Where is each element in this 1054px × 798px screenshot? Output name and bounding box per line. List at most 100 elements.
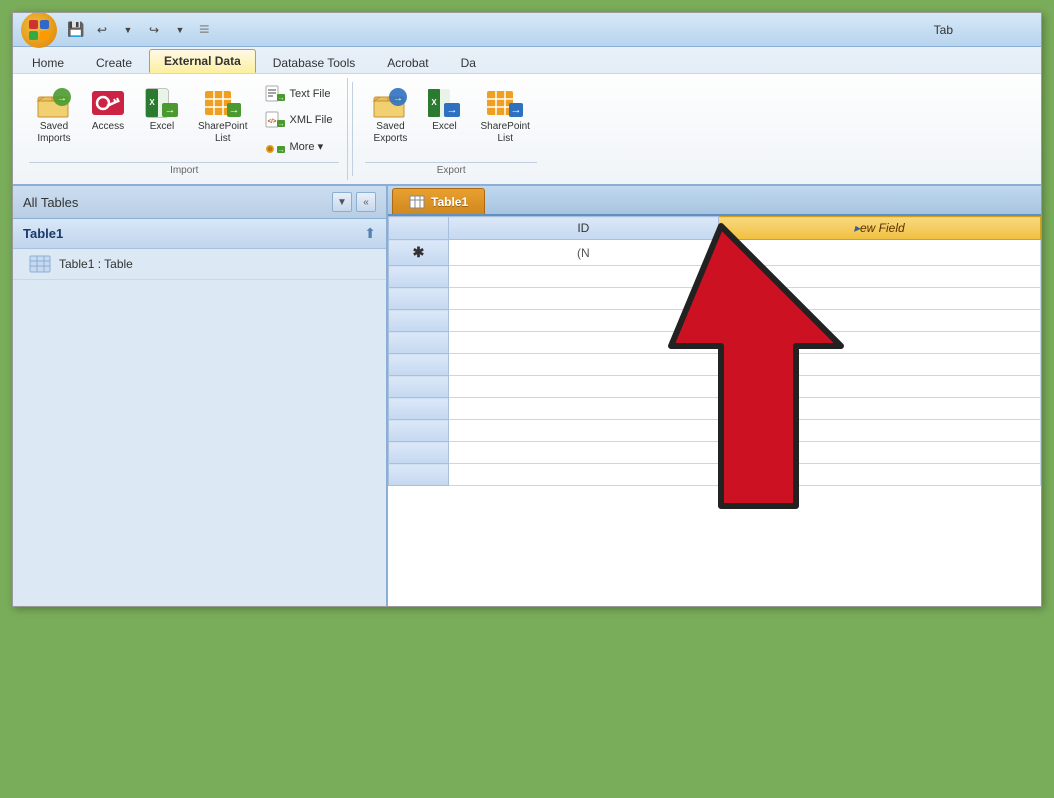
empty-cell-8a[interactable] <box>449 420 719 442</box>
svg-text:→: → <box>165 104 176 116</box>
nav-header: All Tables ▼ « <box>13 186 386 219</box>
table-area[interactable]: ID ▸ew Field ✱ (N <box>388 216 1041 606</box>
empty-cell-8b[interactable] <box>718 420 1040 442</box>
access-icon <box>90 87 126 119</box>
svg-text:X: X <box>149 98 155 107</box>
excel-export-icon: X → <box>426 87 462 119</box>
table1-nav-item[interactable]: Table1 : Table <box>13 249 386 280</box>
main-area: All Tables ▼ « Table1 ⬆ <box>13 186 1041 606</box>
saved-exports-button[interactable]: → SavedExports <box>365 82 415 150</box>
tab-da[interactable]: Da <box>446 51 491 73</box>
empty-row-3 <box>389 310 1041 332</box>
empty-cell-3b[interactable] <box>718 310 1040 332</box>
col-header-empty <box>389 217 449 240</box>
svg-text:→: → <box>511 104 522 116</box>
office-logo[interactable] <box>21 12 57 48</box>
import-group: → SavedImports <box>21 78 348 180</box>
xml-file-button[interactable]: </> → XML File <box>258 108 339 132</box>
import-group-label: Import <box>29 162 339 176</box>
tab-home[interactable]: Home <box>17 51 79 73</box>
saved-exports-icon: → <box>372 87 408 119</box>
import-group-items: → SavedImports <box>29 82 339 158</box>
svg-text:→: → <box>228 104 239 116</box>
left-navigation: All Tables ▼ « Table1 ⬆ <box>13 186 388 606</box>
excel-import-button[interactable]: X → Excel <box>137 82 187 138</box>
sharepoint-export-icon: → <box>485 87 525 119</box>
cell-id[interactable]: (N <box>449 240 719 266</box>
sharepoint-export-label: SharePointList <box>480 121 529 145</box>
sharepoint-import-icon: → <box>203 87 243 119</box>
more-label: More ▾ <box>289 140 323 153</box>
empty-cell-1a[interactable] <box>449 266 719 288</box>
saved-exports-label: SavedExports <box>374 121 408 145</box>
text-file-button[interactable]: → Text File <box>258 82 339 106</box>
nav-filter-button[interactable]: ▼ <box>332 192 352 212</box>
more-icon: → <box>265 137 285 155</box>
undo-dropdown-button[interactable]: ▼ <box>117 19 139 41</box>
saved-imports-button[interactable]: → SavedImports <box>29 82 79 150</box>
sharepoint-import-button[interactable]: → SharePointList <box>191 82 254 150</box>
table1-item-label: Table1 : Table <box>59 257 133 271</box>
svg-text:→: → <box>278 95 285 102</box>
empty-cell-3a[interactable] <box>449 310 719 332</box>
empty-cell-2a[interactable] <box>449 288 719 310</box>
empty-cell-6b[interactable] <box>718 376 1040 398</box>
svg-text:→: → <box>447 104 458 116</box>
svg-text:→: → <box>393 93 403 104</box>
empty-row-6 <box>389 376 1041 398</box>
small-buttons-group: → Text File </> → XML File <box>258 82 339 158</box>
empty-row-10 <box>389 464 1041 486</box>
tab-database-tools[interactable]: Database Tools <box>258 51 371 73</box>
nav-title: All Tables <box>23 195 78 210</box>
table1-grid-icon <box>409 195 425 209</box>
cell-new-field[interactable] <box>718 240 1040 266</box>
empty-cell-9b[interactable] <box>718 442 1040 464</box>
empty-row-9 <box>389 442 1041 464</box>
nav-controls: ▼ « <box>332 192 376 212</box>
empty-cell-10a[interactable] <box>449 464 719 486</box>
empty-cell-2b[interactable] <box>718 288 1040 310</box>
tab-acrobat[interactable]: Acrobat <box>372 51 443 73</box>
empty-row-4 <box>389 332 1041 354</box>
table-row: ✱ (N <box>389 240 1041 266</box>
empty-cell-4b[interactable] <box>718 332 1040 354</box>
tab-bar: Table1 <box>388 186 1041 216</box>
empty-cell-4a[interactable] <box>449 332 719 354</box>
saved-imports-label: SavedImports <box>37 121 70 145</box>
title-bar: 💾 ↩ ▼ ↪ ▼ ≡ Tab <box>13 13 1041 47</box>
excel-export-label: Excel <box>432 121 456 133</box>
table1-tab[interactable]: Table1 <box>392 188 485 214</box>
empty-cell-10b[interactable] <box>718 464 1040 486</box>
tab-create[interactable]: Create <box>81 51 147 73</box>
table1-tab-label: Table1 <box>431 195 468 209</box>
nav-collapse-button[interactable]: « <box>356 192 376 212</box>
empty-cell-7a[interactable] <box>449 398 719 420</box>
empty-cell-6a[interactable] <box>449 376 719 398</box>
empty-cell-7b[interactable] <box>718 398 1040 420</box>
empty-cell-9a[interactable] <box>449 442 719 464</box>
col-header-id[interactable]: ID <box>449 217 719 240</box>
empty-row-8 <box>389 420 1041 442</box>
table-icon <box>29 255 51 273</box>
empty-cell-1b[interactable] <box>718 266 1040 288</box>
excel-export-button[interactable]: X → Excel <box>419 82 469 138</box>
empty-row-num-2 <box>389 288 449 310</box>
saved-imports-icon: → <box>36 87 72 119</box>
svg-text:→: → <box>278 121 285 128</box>
sharepoint-export-button[interactable]: → SharePointList <box>473 82 536 150</box>
empty-row-num-4 <box>389 332 449 354</box>
empty-row-7 <box>389 398 1041 420</box>
nav-section-header[interactable]: Table1 ⬆ <box>13 219 386 249</box>
access-button[interactable]: Access <box>83 82 133 138</box>
save-qat-button[interactable]: 💾 <box>65 19 87 41</box>
more-button[interactable]: → More ▾ <box>258 134 339 158</box>
redo-qat-button[interactable]: ↪ <box>143 19 165 41</box>
empty-cell-5b[interactable] <box>718 354 1040 376</box>
empty-cell-5a[interactable] <box>449 354 719 376</box>
undo-qat-button[interactable]: ↩ <box>91 19 113 41</box>
excel-import-icon: X → <box>144 87 180 119</box>
table1-tab-icon <box>409 195 425 209</box>
redo-dropdown-button[interactable]: ▼ <box>169 19 191 41</box>
tab-external-data[interactable]: External Data <box>149 49 256 73</box>
col-header-new-field[interactable]: ▸ew Field <box>718 217 1040 240</box>
